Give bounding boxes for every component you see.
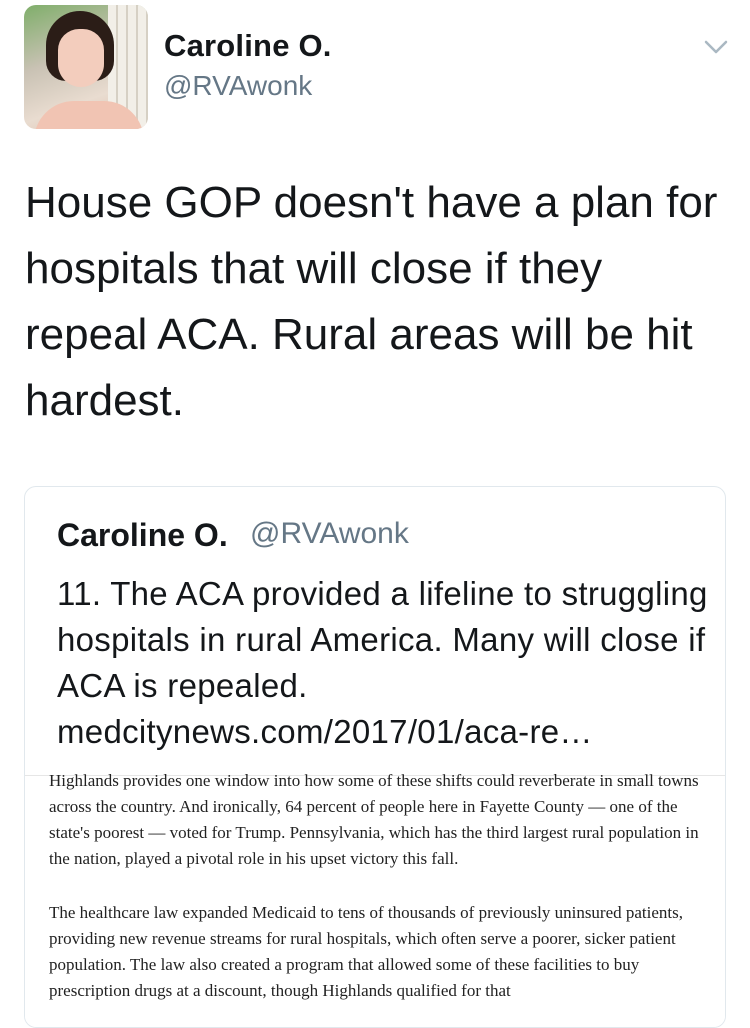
quoted-author-name: Caroline O. [57,517,228,553]
quoted-tweet-card[interactable]: Caroline O. @RVAwonk 11. The ACA provide… [24,486,726,1028]
article-paragraph: The healthcare law expanded Medicaid to … [49,903,684,1000]
article-screenshot: Highlands provides one window into how s… [25,771,725,1027]
article-paragraph: Highlands provides one window into how s… [49,771,699,868]
author-handle[interactable]: @RVAwonk [164,70,312,102]
quoted-tweet-text: 11. The ACA provided a lifeline to strug… [57,575,708,750]
tweet-text: House GOP doesn't have a plan for hospit… [25,178,718,425]
quoted-author-handle: @RVAwonk [250,517,409,550]
avatar[interactable] [24,5,148,129]
author-name[interactable]: Caroline O. [164,28,332,64]
chevron-down-icon[interactable] [703,38,729,56]
avatar-face [58,29,104,87]
